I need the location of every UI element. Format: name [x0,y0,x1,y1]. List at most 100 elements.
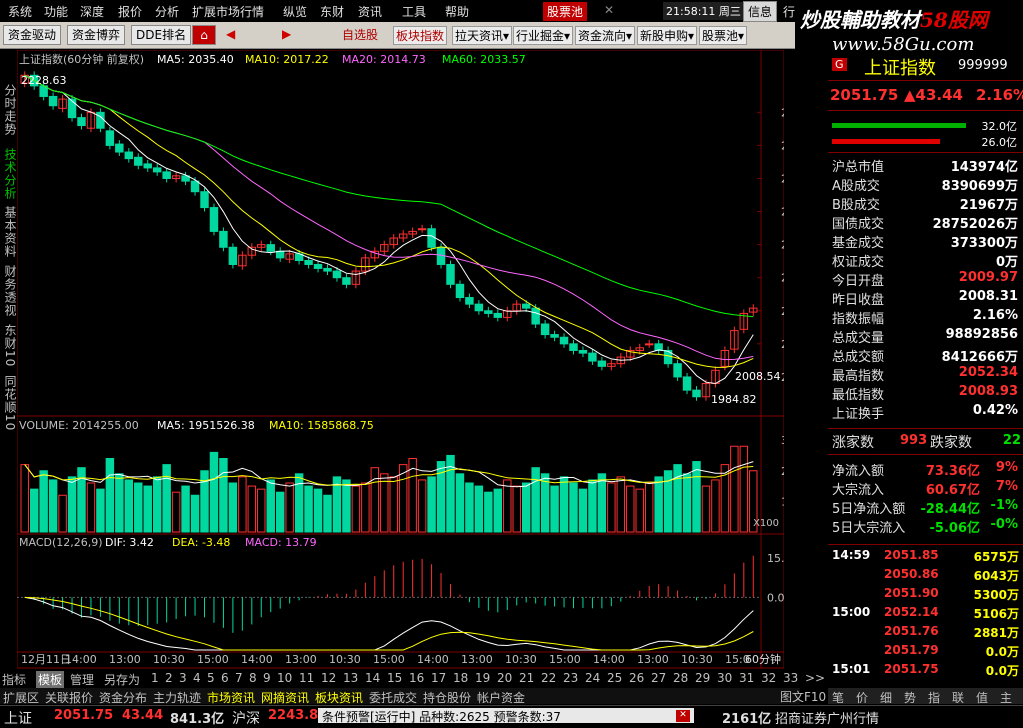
template-tab[interactable]: 27 [651,671,666,685]
f10-button[interactable]: 图文F10 [780,688,826,705]
capital-flow-dropdown[interactable]: 资金流向▾ [575,26,636,45]
template-tab[interactable]: 31 [739,671,754,685]
dde-rank-button[interactable]: DDE排名 [131,25,192,45]
tick-row[interactable]: 2051.76 2881万 [828,624,1023,643]
tab-technical[interactable]: 技术分析 [2,148,17,200]
stock-pool-dropdown[interactable]: 股票池▾ [699,26,748,45]
template-tab[interactable]: 4 [193,671,201,685]
extension-tab[interactable]: 持仓股份 [423,689,471,706]
menu-function[interactable]: 功能 [44,3,68,20]
template-tab[interactable]: 16 [409,671,424,685]
menu-analysis[interactable]: 分析 [155,3,179,20]
detail-tab[interactable]: 值 [976,689,988,706]
tick-row[interactable]: 2051.90 5300万 [828,586,1023,605]
tick-row[interactable]: 15:01 2051.75 0.0万 [828,662,1023,681]
template-tab[interactable]: 21 [519,671,534,685]
template-tab[interactable]: 13 [343,671,358,685]
menu-stock-pool[interactable]: 股票池 [543,2,588,21]
template-tab[interactable]: 10 [277,671,292,685]
extension-tab[interactable]: 网摘资讯 [261,689,309,706]
template-tab[interactable]: 33 [783,671,798,685]
template-tab[interactable]: 8 [249,671,257,685]
template-tab[interactable]: 29 [695,671,710,685]
template-tab[interactable]: 12 [321,671,336,685]
template-tab[interactable]: 6 [221,671,229,685]
template-tab[interactable]: 2 [165,671,173,685]
tab-intraday[interactable]: 分时走势 [2,84,17,136]
watchlist-link[interactable]: 自选股 [340,26,380,43]
menu-help[interactable]: 帮助 [445,3,469,20]
template-tab[interactable]: 管理 [70,671,94,688]
detail-tab[interactable]: 指 [928,689,940,706]
menu-quote[interactable]: 报价 [118,3,142,20]
home-icon[interactable]: ⌂ [192,25,216,45]
detail-tab[interactable]: 联 [952,689,964,706]
ipo-dropdown[interactable]: 新股申购▾ [637,26,698,45]
template-tab[interactable]: 25 [607,671,622,685]
tick-row[interactable]: 2051.79 0.0万 [828,643,1023,662]
template-tab[interactable]: 模板 [36,671,65,688]
template-tab[interactable]: 1 [151,671,159,685]
menu-row[interactable]: 行 [783,3,795,20]
template-tab[interactable]: 9 [263,671,271,685]
template-tab[interactable]: 指标 [2,671,26,688]
extension-tab[interactable]: 主力轨迹 [153,689,201,706]
capital-drive-button[interactable]: 资金驱动 [3,25,62,45]
menu-tools[interactable]: 工具 [402,3,426,20]
info-button[interactable]: 信息 [743,1,778,22]
tick-row[interactable]: 15:00 2052.14 5106万 [828,605,1023,624]
detail-tab[interactable]: 主 [1000,689,1012,706]
industry-dropdown[interactable]: 行业掘金▾ [513,26,574,45]
tab-finance[interactable]: 财务透视 [2,265,17,317]
template-tab[interactable]: 17 [431,671,446,685]
template-tab[interactable]: 19 [475,671,490,685]
template-tab[interactable]: 22 [541,671,556,685]
capital-game-button[interactable]: 资金博弈 [67,25,126,45]
template-tab[interactable]: >> [805,671,825,685]
menu-depth[interactable]: 深度 [80,3,104,20]
template-tab[interactable]: 20 [497,671,512,685]
template-tab[interactable]: 另存为 [104,671,140,688]
kline-chart[interactable]: 2200 2175 2150 2125 2100 2075 2050 2025 2000 300… [16,49,816,670]
alert-close-icon[interactable]: ✕ [676,710,690,722]
menu-ext-market[interactable]: 扩展市场行情 [192,3,264,20]
extension-tab[interactable]: 资金分布 [99,689,147,706]
template-tab[interactable]: 5 [207,671,215,685]
close-icon[interactable]: ✕ [604,3,614,17]
extension-tab[interactable]: 关联报价 [45,689,93,706]
tab-profile[interactable]: 基本资料 [2,206,17,258]
detail-tab[interactable]: 价 [856,689,868,706]
tick-row[interactable]: 2050.86 6043万 [828,567,1023,586]
back-arrow-icon[interactable]: ◀ [222,25,240,43]
menu-system[interactable]: 系统 [8,3,32,20]
template-tab[interactable]: 11 [299,671,314,685]
detail-tab[interactable]: 笔 [832,689,844,706]
template-tab[interactable]: 7 [235,671,243,685]
template-tab[interactable]: 14 [365,671,380,685]
extension-tab[interactable]: 委托成交 [369,689,417,706]
template-tab[interactable]: 28 [673,671,688,685]
tab-dongcai10[interactable]: 东财10 [2,324,17,367]
period-label[interactable]: 60分钟 [745,652,781,666]
extension-tab[interactable]: 板块资讯 [315,689,363,706]
template-tab[interactable]: 23 [563,671,578,685]
tab-ths10[interactable]: 同花顺10 [2,375,17,431]
template-tab[interactable]: 24 [585,671,600,685]
tick-row[interactable]: 14:59 2051.85 6575万 [828,548,1023,567]
menu-dongcai[interactable]: 东财 [320,3,344,20]
extension-tab[interactable]: 扩展区 [3,689,39,706]
template-tab[interactable]: 30 [717,671,732,685]
extension-tab[interactable]: 帐户资金 [477,689,525,706]
kline-svg[interactable]: 2200 2175 2150 2125 2100 2075 2050 2025 2000 300… [16,49,816,670]
detail-tab[interactable]: 势 [904,689,916,706]
forward-arrow-icon[interactable]: ▶ [278,25,296,43]
template-tab[interactable]: 18 [453,671,468,685]
sector-index-link[interactable]: 板块指数 [393,26,448,45]
template-tab[interactable]: 26 [629,671,644,685]
template-tab[interactable]: 15 [387,671,402,685]
extension-tab[interactable]: 市场资讯 [207,689,255,706]
menu-overview[interactable]: 纵览 [283,3,307,20]
news-dropdown[interactable]: 拉天资讯▾ [452,26,513,45]
template-tab[interactable]: 32 [761,671,776,685]
alert-ticker[interactable]: 条件预警[运行中] 品种数:2625 预警条数:37 [318,708,694,724]
